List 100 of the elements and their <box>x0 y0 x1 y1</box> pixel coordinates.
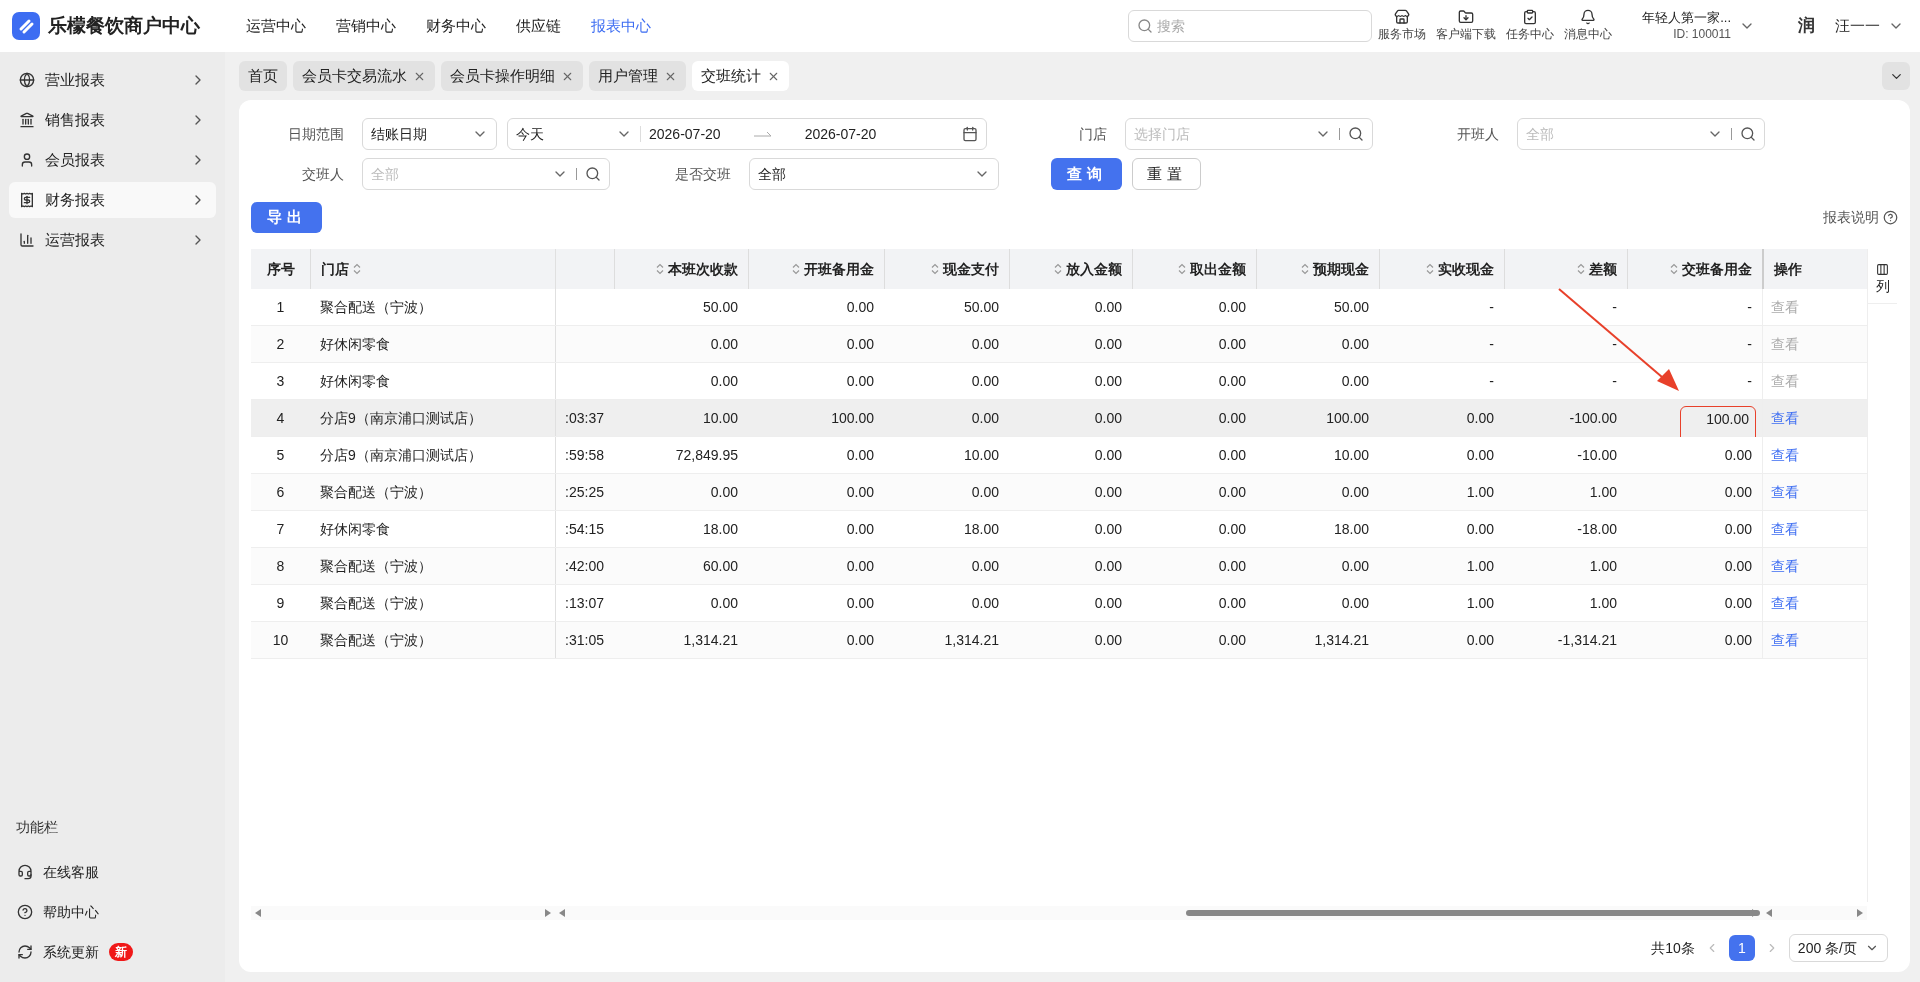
table-cell-text: :42:00 <box>565 556 605 576</box>
total-count: 共10条 <box>1651 938 1695 958</box>
page-size-select[interactable]: 200 条/页 <box>1788 934 1888 962</box>
sort-icon[interactable] <box>353 263 361 275</box>
scrollbar-thumb[interactable] <box>1186 910 1760 916</box>
search-field[interactable]: 搜索 <box>1128 10 1373 42</box>
scroll-left-icon[interactable] <box>559 909 565 917</box>
view-link[interactable]: 查看 <box>1771 444 1799 466</box>
scroll-right-icon[interactable] <box>1857 909 1863 917</box>
page-button[interactable]: 1 <box>1728 935 1755 961</box>
page-tab[interactable]: 会员卡交易流水 <box>293 61 435 91</box>
sort-icon[interactable] <box>656 263 664 275</box>
toolbar-button[interactable]: 服务市场 <box>1378 9 1427 43</box>
help-icon <box>17 904 33 920</box>
table-cell-text: - <box>1612 334 1618 354</box>
column-header[interactable]: 本班次收款 <box>615 249 748 289</box>
table-cell-text: 0.00 <box>1218 556 1247 576</box>
sort-icon[interactable] <box>1426 263 1434 275</box>
column-settings-label[interactable]: 列 <box>1875 276 1890 297</box>
nav-item[interactable]: 营销中心 <box>336 14 396 38</box>
column-header[interactable]: 预期现金 <box>1257 249 1379 289</box>
scroll-right-icon[interactable] <box>545 909 551 917</box>
sidebar-link[interactable]: 系统更新 新 <box>9 932 216 972</box>
page-tab[interactable]: 用户管理 <box>589 61 686 91</box>
nav-item[interactable]: 供应链 <box>516 14 561 38</box>
user-name[interactable]: 汪一一 <box>1835 14 1880 38</box>
toolbar-button[interactable]: 客户端下载 <box>1436 9 1497 43</box>
help-icon[interactable] <box>1883 210 1898 225</box>
scroll-left-icon[interactable] <box>1766 909 1772 917</box>
table-cell-text: 3 <box>276 371 285 391</box>
date-type-select[interactable]: 结账日期 <box>362 118 497 150</box>
search-icon[interactable] <box>1348 126 1364 142</box>
date-range-picker[interactable]: 今天 2026-07-20 2026-07-20 <box>507 118 987 150</box>
column-header[interactable]: 现金支付 <box>885 249 1009 289</box>
view-link[interactable]: 查看 <box>1771 407 1799 429</box>
table-cell-text: 0.00 <box>1466 445 1495 465</box>
columns-icon[interactable] <box>1876 263 1889 276</box>
table-cell-text: -100.00 <box>1569 408 1618 428</box>
view-link[interactable]: 查看 <box>1771 555 1799 577</box>
table-cell-text: :03:37 <box>565 408 605 428</box>
view-link[interactable]: 查看 <box>1771 518 1799 540</box>
column-header[interactable]: 实收现金 <box>1380 249 1504 289</box>
search-icon[interactable] <box>1740 126 1756 142</box>
column-header[interactable]: 门店 <box>311 249 555 289</box>
handover-status-select[interactable]: 全部 <box>749 158 999 190</box>
toolbar-button[interactable]: 消息中心 <box>1564 9 1613 43</box>
column-header[interactable]: 交班备用金 <box>1628 249 1762 289</box>
logo-icon <box>12 12 40 40</box>
view-link[interactable]: 查看 <box>1771 481 1799 503</box>
view-link[interactable]: 查看 <box>1771 629 1799 651</box>
table-cell-text: 0.00 <box>846 297 875 317</box>
nav-item[interactable]: 财务中心 <box>426 14 486 38</box>
search-icon[interactable] <box>585 166 601 182</box>
column-header[interactable]: 取出金额 <box>1133 249 1256 289</box>
start-date[interactable]: 2026-07-20 <box>649 123 721 145</box>
view-link[interactable]: 查看 <box>1771 592 1799 614</box>
end-date[interactable]: 2026-07-20 <box>804 123 962 145</box>
page-tab[interactable]: 会员卡操作明细 <box>441 61 583 91</box>
calendar-icon[interactable] <box>962 126 978 142</box>
page-tab[interactable]: 交班统计 <box>692 61 789 91</box>
sidebar-item[interactable]: 营业报表 <box>9 62 216 98</box>
account-switcher[interactable]: 年轻人第一家... ID: 100011 <box>1642 10 1755 42</box>
table-cell-text: 1.00 <box>1466 556 1495 576</box>
new-badge: 新 <box>109 943 133 961</box>
sidebar-item[interactable]: 财务报表 <box>9 182 216 218</box>
sort-icon[interactable] <box>1577 263 1585 275</box>
nav-item[interactable]: 运营中心 <box>246 14 306 38</box>
user-avatar[interactable]: 润 <box>1793 13 1819 39</box>
sidebar-item[interactable]: 销售报表 <box>9 102 216 138</box>
sort-icon[interactable] <box>1301 263 1309 275</box>
filter-label: 交班人 <box>302 166 344 182</box>
table-cell-text: 50.00 <box>1333 297 1370 317</box>
table-cell-text: 聚合配送（宁波） <box>320 297 432 317</box>
sidebar-link[interactable]: 在线客服 <box>9 852 216 892</box>
table-cell-text: 0.00 <box>846 519 875 539</box>
sort-icon[interactable] <box>1670 263 1678 275</box>
sort-icon[interactable] <box>1178 263 1186 275</box>
search-input[interactable]: 搜索 <box>1157 15 1364 37</box>
sort-icon[interactable] <box>792 263 800 275</box>
sort-icon[interactable] <box>931 263 939 275</box>
table-cell-text: 0.00 <box>1724 482 1753 502</box>
sidebar-item[interactable]: 运营报表 <box>9 222 216 258</box>
query-button[interactable]: 查询 <box>1051 158 1122 190</box>
report-note-link[interactable]: 报表说明 <box>1823 207 1879 228</box>
column-header[interactable]: 差额 <box>1505 249 1627 289</box>
column-header[interactable]: 开班备用金 <box>749 249 884 289</box>
table-cell-text: 0.00 <box>1094 408 1123 428</box>
reset-button[interactable]: 重置 <box>1132 158 1201 190</box>
export-button[interactable]: 导出 <box>251 202 322 233</box>
scroll-left-icon[interactable] <box>255 909 261 917</box>
nav-item[interactable]: 报表中心 <box>591 14 651 38</box>
collapse-button[interactable] <box>1882 62 1910 90</box>
page-tab[interactable]: 首页 <box>239 61 287 91</box>
sidebar-link[interactable]: 帮助中心 <box>9 892 216 932</box>
column-header[interactable]: 放入金额 <box>1010 249 1132 289</box>
sort-icon[interactable] <box>1054 263 1062 275</box>
table-cell-text: 0.00 <box>1094 593 1123 613</box>
sidebar-item[interactable]: 会员报表 <box>9 142 216 178</box>
table-cell-text: 0.00 <box>1218 297 1247 317</box>
toolbar-button[interactable]: 任务中心 <box>1506 9 1555 43</box>
